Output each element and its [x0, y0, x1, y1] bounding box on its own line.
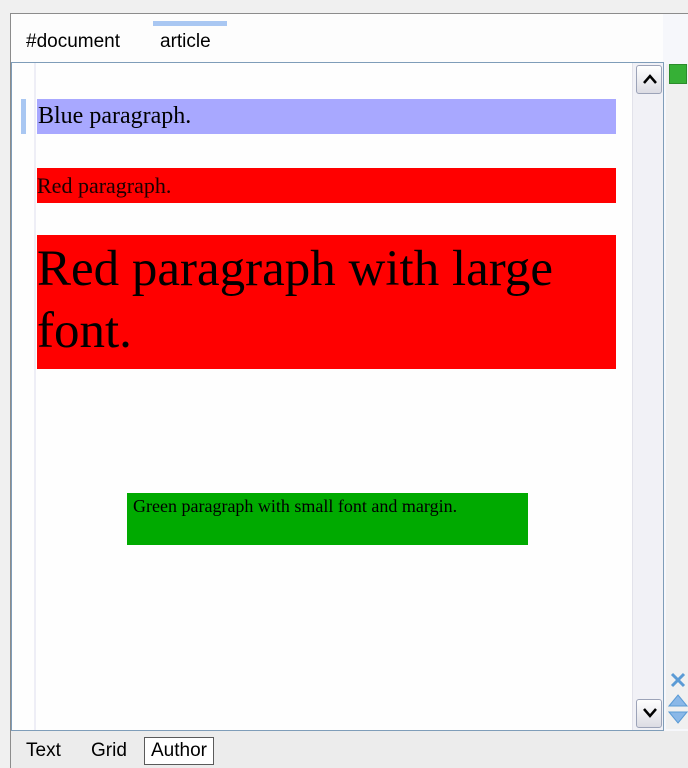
scroll-up-button[interactable] — [636, 65, 662, 94]
chevron-up-icon — [643, 74, 657, 84]
gutter-line — [34, 63, 36, 730]
tab-text[interactable]: Text — [20, 737, 67, 765]
editor-mode-tabs: Text Grid Author — [11, 731, 688, 768]
chevron-down-icon — [643, 708, 657, 718]
red-large-paragraph[interactable]: Red paragraph with large font. — [37, 235, 616, 369]
selection-marker — [21, 99, 26, 134]
document-status-indicator — [669, 64, 687, 84]
tab-author[interactable]: Author — [144, 737, 214, 765]
vertical-scrollbar[interactable] — [632, 63, 663, 730]
author-editor-area[interactable]: Blue paragraph. Red paragraph. Red parag… — [11, 62, 664, 731]
breadcrumb-selected-marker — [153, 21, 227, 26]
blue-paragraph[interactable]: Blue paragraph. — [37, 99, 616, 134]
side-panel — [666, 64, 688, 729]
editor-window: #document article Blue paragraph. Red pa… — [10, 13, 688, 768]
green-small-paragraph[interactable]: Green paragraph with small font and marg… — [127, 493, 528, 545]
tab-grid[interactable]: Grid — [85, 737, 133, 765]
breadcrumb-item-article[interactable]: article — [160, 31, 211, 53]
close-icon[interactable] — [669, 671, 687, 689]
breadcrumb: #document article — [11, 14, 663, 62]
breadcrumb-item-document[interactable]: #document — [26, 31, 120, 53]
scroll-down-button[interactable] — [636, 699, 662, 728]
move-up-down-icon[interactable] — [668, 694, 688, 724]
red-paragraph[interactable]: Red paragraph. — [37, 168, 616, 203]
